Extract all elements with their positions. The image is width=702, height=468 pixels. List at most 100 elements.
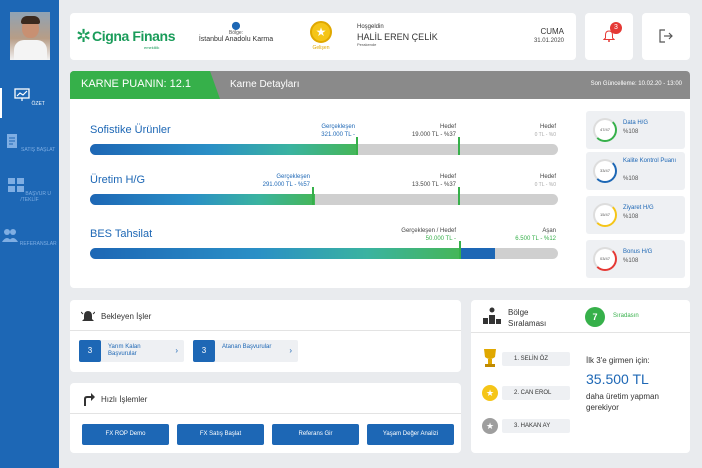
stat-name: Data H/G <box>623 120 649 126</box>
logout-button[interactable] <box>642 13 690 60</box>
metric-name: BES Tahsilat <box>90 228 153 240</box>
stat-value: %108 <box>623 214 639 220</box>
region-info: ⬤ Bölge: İstanbul Anadolu Karma <box>190 21 282 44</box>
region-rank-card: Bölge Sıralaması 7 Sıradasın 1. SELİN ÖZ… <box>471 300 690 453</box>
leader-name: 3. HAKAN AY <box>502 419 570 433</box>
divider <box>70 413 461 414</box>
pending-item-atanan[interactable]: 3 Atanan Başvurular › <box>193 340 298 362</box>
chevron-right-icon: › <box>175 346 178 355</box>
metric-uretim: Üretim H/G Gerçekleşen 291.000 TL - %57 H… <box>90 174 558 206</box>
presentation-chart-icon <box>14 88 30 101</box>
stat-kalite-kontrol[interactable]: 33/47 Kalite Kontrol Puanı %108 <box>586 152 685 190</box>
leader-row: ★ 3. HAKAN AY <box>480 414 572 436</box>
stat-ziyaret-hg[interactable]: 15/47 Ziyaret H/G %108 <box>586 196 685 234</box>
metric-name: Sofistike Ürünler <box>90 124 171 136</box>
star-coin-icon: ★ <box>310 21 332 43</box>
region-value: İstanbul Anadolu Karma <box>198 36 274 43</box>
stat-name: Kalite Kontrol Puanı <box>623 158 677 164</box>
yasam-deger-analizi-button[interactable]: Yaşam Değer Analizi <box>367 424 454 445</box>
people-icon <box>2 229 19 242</box>
user-name: HALİL EREN ÇELİK <box>357 32 438 42</box>
pending-count: 3 <box>193 340 215 362</box>
location-pin-icon: ⬤ <box>231 21 241 30</box>
target-marker <box>458 137 460 155</box>
notification-badge: 3 <box>610 22 622 34</box>
svg-text:★: ★ <box>486 421 494 431</box>
stat-ring: 15/47 <box>593 203 617 227</box>
sidebar: ÖZET SATIŞ BAŞLAT BAŞVUR U /TEKLİF REFER… <box>0 0 59 468</box>
real-marker <box>356 137 358 155</box>
logo-name: Cigna Finans <box>92 28 176 44</box>
pending-label: Atanan Başvurular <box>222 344 272 350</box>
level-badge: ★ Gelişen <box>306 21 336 51</box>
goal-amount: 35.500 TL <box>586 371 649 387</box>
leader-row: ★ 2. CAN EROL <box>480 381 572 403</box>
referans-gir-button[interactable]: Referans Gir <box>272 424 359 445</box>
sidebar-item-label: SATIŞ BAŞLAT <box>21 147 56 153</box>
target-marker <box>458 187 460 205</box>
welcome-text: Hoşgeldin <box>357 24 384 30</box>
stat-bonus-hg[interactable]: 03/47 Bonus H/G %108 <box>586 240 685 278</box>
progress-track <box>90 248 558 259</box>
fx-rop-demo-button[interactable]: FX ROP Demo <box>82 424 169 445</box>
leader-row: 1. SELİN ÖZ <box>480 347 572 369</box>
stat-value: %108 <box>623 176 639 182</box>
quick-title: Hızlı İşlemler <box>101 395 148 404</box>
stat-ring: 47/47 <box>593 118 617 142</box>
stat-value: %108 <box>623 258 639 264</box>
fx-satis-baslat-button[interactable]: FX Satış Başlat <box>177 424 264 445</box>
rank-word: Sıradasın <box>613 313 639 319</box>
pending-item-yarim[interactable]: 3 Yarım Kalan Başvurular › <box>79 340 184 362</box>
karne-title[interactable]: Karne Detayları <box>230 79 299 90</box>
last-update: Son Güncelleme: 10.02.20 - 13:00 <box>590 81 682 87</box>
pending-label: Yarım Kalan Başvurular <box>108 344 141 357</box>
welcome-block: Hoşgeldin HALİL EREN ÇELİK Perakende <box>357 24 438 47</box>
goal-line-1: İlk 3'e girmen için: <box>586 356 650 365</box>
user-segment: Perakende <box>357 42 377 47</box>
sidebar-item-ozet[interactable]: ÖZET <box>0 88 59 118</box>
sidebar-item-label: REFERANSLAR <box>19 241 57 247</box>
sidebar-item-basvuru[interactable]: BAŞVUR U /TEKLİF <box>0 178 59 203</box>
svg-text:★: ★ <box>486 388 494 398</box>
stat-data-hg[interactable]: 47/47 Data H/G %108 <box>586 111 685 149</box>
leader-name: 1. SELİN ÖZ <box>502 352 570 366</box>
progress-track <box>90 194 558 205</box>
stat-name: Ziyaret H/G <box>623 205 654 211</box>
karne-header: KARNE PUANIN: 12.1 Karne Detayları Son G… <box>70 71 690 99</box>
pending-title: Bekleyen İşler <box>101 312 152 321</box>
over-label: Aşan 6.500 TL - %12 <box>515 228 556 242</box>
document-icon <box>6 134 17 148</box>
logo-tagline: emeklilik <box>144 45 160 50</box>
sidebar-item-referanslar[interactable]: REFERANSLAR <box>0 228 59 247</box>
real-target-label: Gerçekleşen / Hedef 50.000 TL - <box>401 228 456 242</box>
logout-icon <box>659 29 673 43</box>
max-label: Hedef 0 TL - %0 <box>534 124 556 138</box>
notifications-button[interactable]: 3 <box>585 13 633 60</box>
karne-card: KARNE PUANIN: 12.1 Karne Detayları Son G… <box>70 71 690 288</box>
level-label: Gelişen <box>312 45 330 51</box>
alarm-bell-icon <box>81 311 95 321</box>
metric-sofistike: Sofistike Ürünler Gerçekleşen 321.000 TL … <box>90 124 558 156</box>
date-block: CUMA 31.01.2020 <box>534 27 564 44</box>
sidebar-item-satis-baslat[interactable]: SATIŞ BAŞLAT <box>0 134 59 153</box>
podium-icon <box>483 307 501 324</box>
target-marker <box>459 241 461 259</box>
quick-actions-card: Hızlı İşlemler FX ROP Demo FX Satış Başl… <box>70 383 461 453</box>
sidebar-item-label: BAŞVUR U /TEKLİF <box>20 191 51 203</box>
progress-fill <box>90 248 460 259</box>
divider <box>70 330 461 331</box>
silver-medal-icon: ★ <box>482 418 498 434</box>
sidebar-item-label: ÖZET <box>31 101 45 107</box>
goal-message: İlk 3'e girmen için: 35.500 TL daha üret… <box>586 355 686 413</box>
avatar[interactable] <box>10 12 50 60</box>
metric-bes: BES Tahsilat Gerçekleşen / Hedef 50.000 T… <box>90 228 558 260</box>
region-rank-title: Bölge Sıralaması <box>508 308 547 328</box>
stat-value: %108 <box>623 129 639 135</box>
pending-count: 3 <box>79 340 101 362</box>
logo: ✲ Cigna Finans emeklilik <box>76 27 176 51</box>
karne-score: KARNE PUANIN: 12.1 <box>81 78 192 90</box>
grid-icon <box>8 178 25 192</box>
curved-arrow-icon <box>84 393 95 406</box>
real-label: Gerçekleşen 291.000 TL - %57 <box>262 174 310 188</box>
target-label: Hedef 19.000 TL - %37 <box>411 124 456 138</box>
